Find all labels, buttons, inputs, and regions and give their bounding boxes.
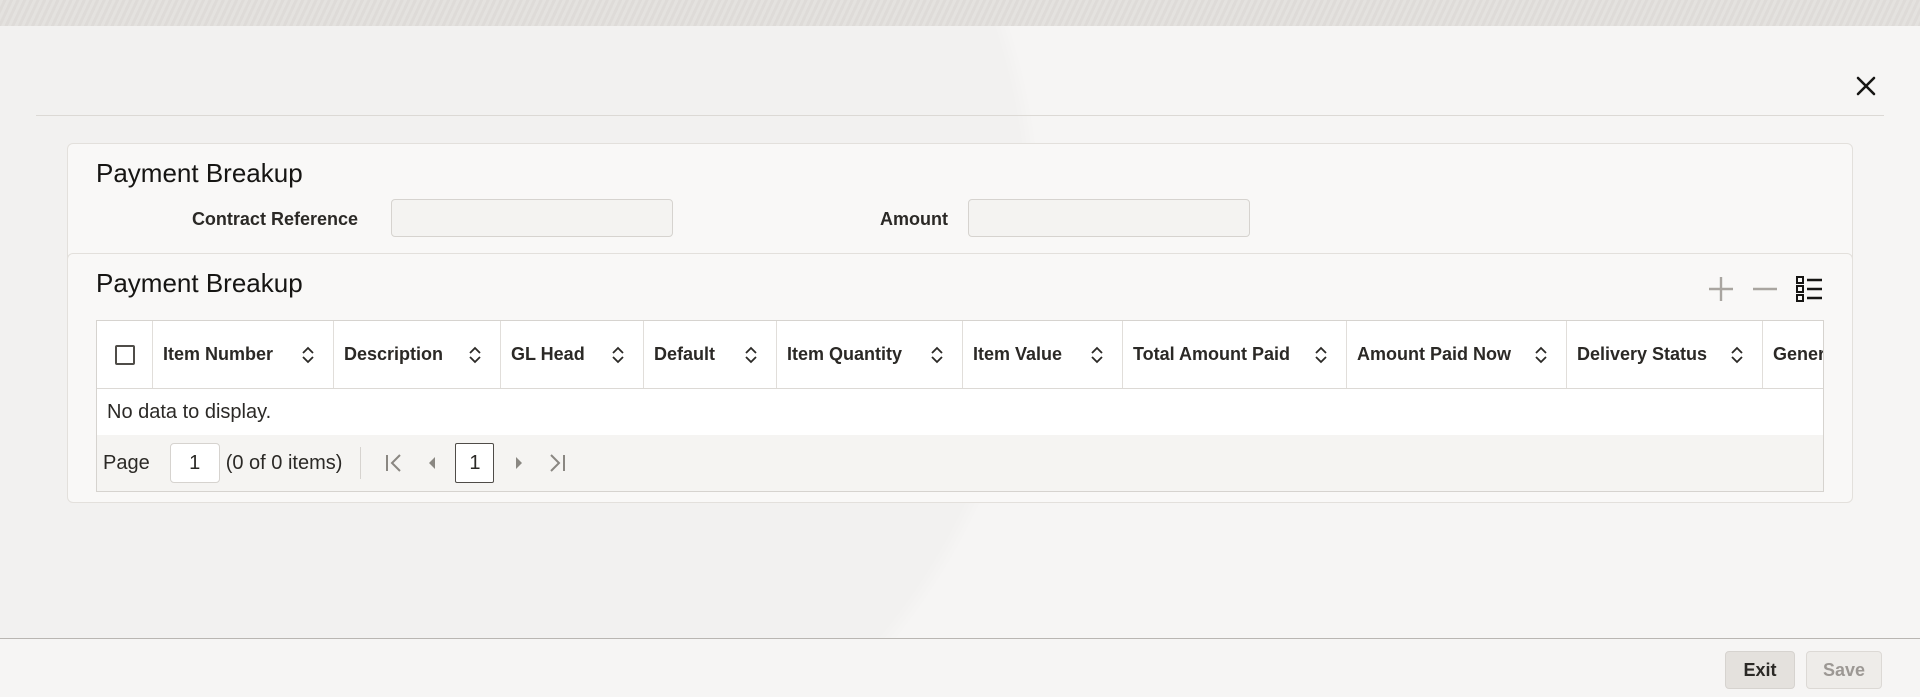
- sort-icon: [612, 346, 624, 364]
- remove-row-button[interactable]: [1750, 274, 1780, 304]
- column-header-item-number[interactable]: Item Number: [153, 321, 334, 388]
- column-header-item-quantity[interactable]: Item Quantity: [777, 321, 963, 388]
- empty-table-message: No data to display.: [97, 389, 1823, 435]
- amount-label: Amount: [880, 209, 948, 229]
- payment-breakup-header-panel: Payment Breakup Contract Reference Amoun…: [67, 143, 1853, 267]
- column-header-delivery-status[interactable]: Delivery Status: [1567, 321, 1763, 388]
- last-page-icon: [550, 454, 566, 472]
- last-page-button[interactable]: [542, 448, 572, 478]
- column-label: Default: [654, 344, 716, 364]
- column-header-amount-paid-now[interactable]: Amount Paid Now: [1347, 321, 1567, 388]
- sort-icon: [1535, 346, 1547, 364]
- column-label: Description: [344, 344, 444, 364]
- plus-icon: [1709, 277, 1733, 301]
- sort-icon: [302, 346, 314, 364]
- column-header-item-value[interactable]: Item Value: [963, 321, 1123, 388]
- amount-field[interactable]: [968, 199, 1250, 237]
- current-page-number[interactable]: 1: [455, 443, 495, 483]
- sort-icon: [469, 346, 481, 364]
- column-label: GL Head: [511, 344, 585, 364]
- column-label: Item Quantity: [787, 344, 903, 364]
- select-all-checkbox[interactable]: [114, 344, 135, 365]
- column-label: Item Value: [973, 344, 1063, 364]
- save-button[interactable]: Save: [1806, 651, 1882, 689]
- next-page-button[interactable]: [504, 448, 534, 478]
- column-header-default[interactable]: Default: [644, 321, 777, 388]
- page-number-input[interactable]: 1: [169, 443, 220, 483]
- minus-icon: [1753, 287, 1777, 291]
- sort-icon: [1731, 346, 1743, 364]
- dialog-footer: Exit Save: [0, 639, 1920, 697]
- column-label: Amount Paid Now: [1357, 344, 1511, 364]
- column-label: Total Amount Paid: [1133, 344, 1290, 364]
- exit-button[interactable]: Exit: [1725, 651, 1795, 689]
- header-divider: [36, 115, 1884, 116]
- table-header-row: Item Number Description GL Head Default …: [97, 321, 1823, 389]
- pagination-bar: Page 1 (0 of 0 items) 1: [97, 435, 1823, 491]
- contract-reference-label: Contract Reference: [191, 209, 358, 229]
- section-title: Payment Breakup: [96, 268, 303, 298]
- pager-divider: [360, 447, 362, 479]
- background-strip: [0, 0, 1920, 26]
- contract-reference-field[interactable]: [391, 199, 673, 237]
- grid-toolbar: [1706, 274, 1824, 304]
- section-title: Payment Breakup: [96, 158, 303, 188]
- column-label: Gener: [1773, 344, 1824, 364]
- sort-icon: [745, 346, 757, 364]
- payment-breakup-grid-panel: Payment Breakup Item Number Description …: [67, 253, 1853, 503]
- item-count: (0 of 0 items): [225, 451, 343, 474]
- sort-icon: [1091, 346, 1103, 364]
- sort-icon: [931, 346, 943, 364]
- column-header-description[interactable]: Description: [334, 321, 501, 388]
- column-header-generate[interactable]: Gener: [1763, 321, 1824, 388]
- column-label: Delivery Status: [1577, 344, 1708, 364]
- select-all-cell: [97, 321, 153, 388]
- payment-breakup-table: Item Number Description GL Head Default …: [96, 320, 1824, 492]
- next-page-icon: [516, 457, 523, 469]
- previous-page-button[interactable]: [417, 448, 447, 478]
- column-label: Item Number: [163, 344, 274, 364]
- columns-button[interactable]: [1794, 274, 1824, 304]
- payment-breakup-dialog: Payment Breakup Contract Reference Amoun…: [0, 26, 1920, 697]
- column-header-gl-head[interactable]: GL Head: [501, 321, 644, 388]
- first-page-icon: [386, 454, 402, 472]
- column-header-total-amount-paid[interactable]: Total Amount Paid: [1123, 321, 1347, 388]
- close-button[interactable]: [1850, 70, 1882, 102]
- page-label: Page: [103, 451, 150, 474]
- add-row-button[interactable]: [1706, 274, 1736, 304]
- close-icon: [1856, 76, 1876, 96]
- sort-icon: [1315, 346, 1327, 364]
- list-icon: [1796, 276, 1822, 302]
- first-page-button[interactable]: [379, 448, 409, 478]
- previous-page-icon: [429, 457, 436, 469]
